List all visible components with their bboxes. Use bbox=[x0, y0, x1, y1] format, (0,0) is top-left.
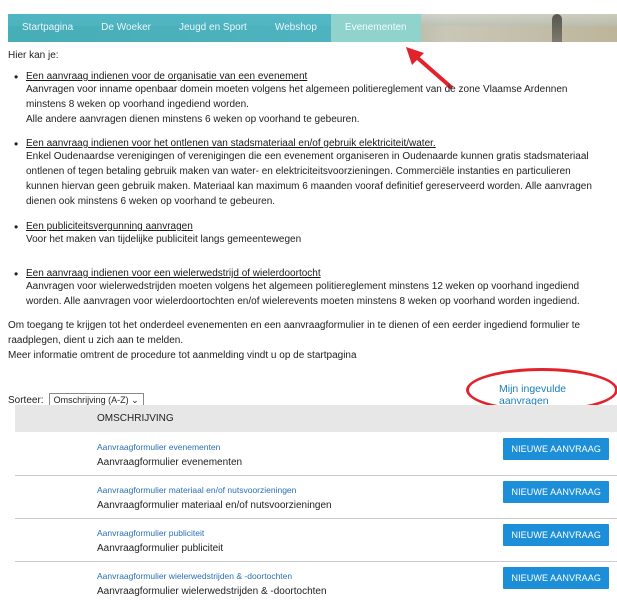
nav-bar: Startpagina De Woeker Jeugd en Sport Web… bbox=[8, 14, 421, 42]
nav-webshop[interactable]: Webshop bbox=[260, 14, 331, 42]
table-row: Aanvraagformulier materiaal en/of nutsvo… bbox=[15, 475, 617, 519]
top-navigation: Startpagina De Woeker Jeugd en Sport Web… bbox=[8, 14, 617, 42]
table-row: Aanvraagformulier evenementen Aanvraagfo… bbox=[15, 432, 617, 476]
form-link[interactable]: Aanvraagformulier evenementen bbox=[97, 442, 220, 452]
new-request-button[interactable]: NIEUWE AANVRAAG bbox=[503, 567, 609, 589]
nav-evenementen[interactable]: Evenementen bbox=[330, 14, 421, 42]
bullet-body: Aanvragen voor inname openbaar domein mo… bbox=[26, 84, 568, 125]
new-request-button[interactable]: NIEUWE AANVRAAG bbox=[503, 481, 609, 503]
bullet-item: • Een aanvraag indienen voor het ontlene… bbox=[14, 138, 596, 209]
bullet-title[interactable]: Een aanvraag indienen voor het ontlenen … bbox=[26, 138, 596, 149]
bullet-item: • Een aanvraag indienen voor de organisa… bbox=[14, 71, 596, 127]
bullet-dot-icon: • bbox=[14, 70, 19, 84]
form-description: Aanvraagformulier materiaal en/of nutsvo… bbox=[97, 500, 332, 511]
bullet-dot-icon: • bbox=[14, 220, 19, 234]
login-info: Om toegang te krijgen tot het onderdeel … bbox=[8, 320, 581, 361]
form-link[interactable]: Aanvraagformulier wielerwedstrijden & -d… bbox=[97, 571, 292, 581]
header-tower-image bbox=[552, 14, 562, 42]
form-link[interactable]: Aanvraagformulier publiciteit bbox=[97, 528, 204, 538]
form-link[interactable]: Aanvraagformulier materiaal en/of nutsvo… bbox=[97, 485, 296, 495]
table-row: Aanvraagformulier wielerwedstrijden & -d… bbox=[15, 561, 617, 603]
bullet-dot-icon: • bbox=[14, 137, 19, 151]
new-request-button[interactable]: NIEUWE AANVRAAG bbox=[503, 524, 609, 546]
form-description: Aanvraagformulier wielerwedstrijden & -d… bbox=[97, 586, 327, 597]
intro-text: Hier kan je: bbox=[8, 50, 59, 61]
nav-de-woeker[interactable]: De Woeker bbox=[87, 14, 165, 42]
new-request-button[interactable]: NIEUWE AANVRAAG bbox=[503, 438, 609, 460]
bullet-item: • Een publiciteitsvergunning aanvragen V… bbox=[14, 221, 596, 247]
bullet-body: Aanvragen voor wielerwedstrijden moeten … bbox=[26, 281, 580, 307]
bullet-dot-icon: • bbox=[14, 267, 19, 281]
column-header-omschrijving: OMSCHRIJVING bbox=[97, 413, 174, 424]
bullet-title[interactable]: Een aanvraag indienen voor een wielerwed… bbox=[26, 268, 596, 279]
form-description: Aanvraagformulier publiciteit bbox=[97, 543, 224, 554]
table-header: OMSCHRIJVING bbox=[15, 405, 617, 432]
bullet-item: • Een aanvraag indienen voor een wielerw… bbox=[14, 268, 596, 309]
chevron-down-icon: ⌄ bbox=[131, 395, 139, 405]
nav-jeugd-en-sport[interactable]: Jeugd en Sport bbox=[165, 14, 261, 42]
form-description: Aanvraagformulier evenementen bbox=[97, 457, 243, 468]
bullet-body: Enkel Oudenaardse verenigingen of vereni… bbox=[26, 151, 592, 207]
bullet-title[interactable]: Een publiciteitsvergunning aanvragen bbox=[26, 221, 596, 232]
bullet-title[interactable]: Een aanvraag indienen voor de organisati… bbox=[26, 71, 596, 82]
table-row: Aanvraagformulier publiciteit Aanvraagfo… bbox=[15, 518, 617, 562]
nav-startpagina[interactable]: Startpagina bbox=[8, 14, 88, 42]
bullet-body: Voor het maken van tijdelijke publicitei… bbox=[26, 234, 302, 245]
